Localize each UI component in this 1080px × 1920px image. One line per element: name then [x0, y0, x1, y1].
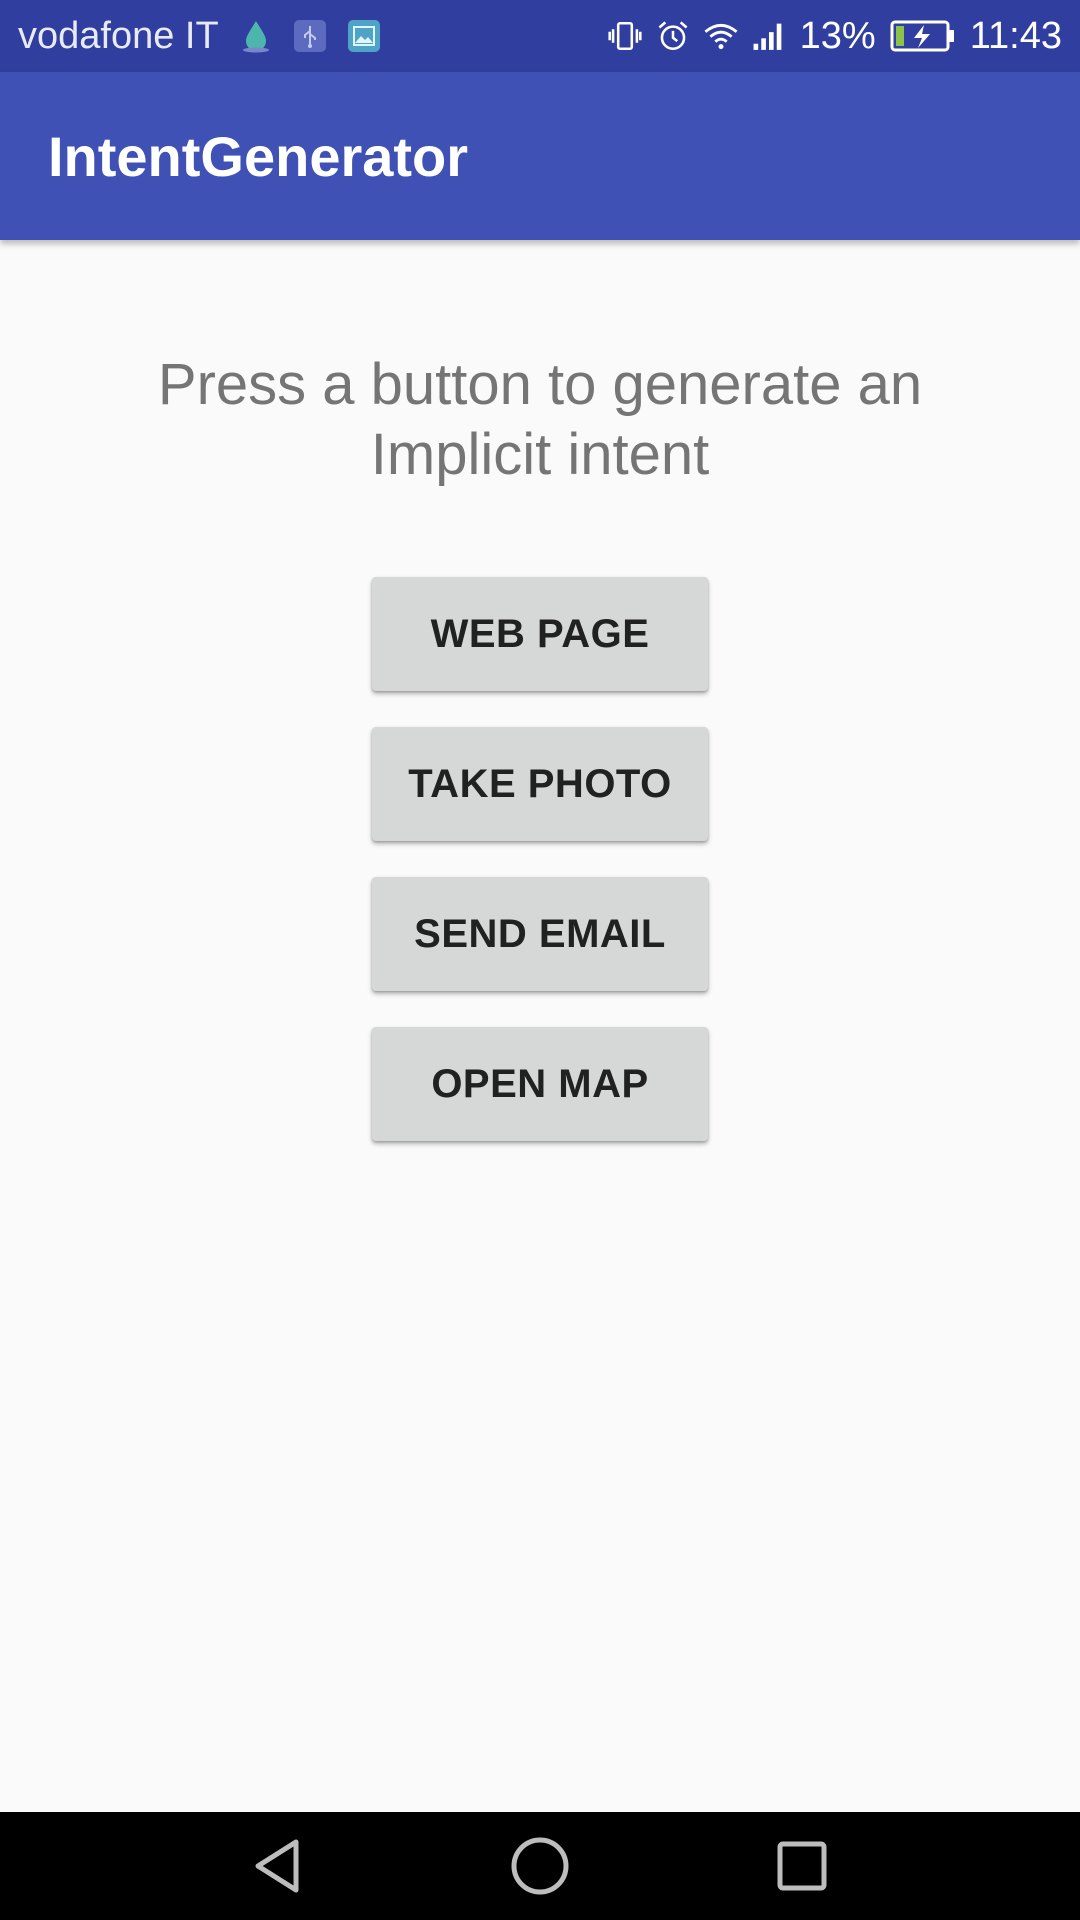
open-map-button[interactable]: OPEN MAP	[372, 1027, 708, 1141]
signal-icon	[752, 19, 786, 53]
app-title: IntentGenerator	[48, 124, 469, 188]
app-bar: IntentGenerator	[0, 72, 1080, 240]
status-bar-left: vodafone IT	[18, 15, 608, 58]
battery-charging-icon	[890, 19, 956, 53]
home-icon[interactable]	[504, 1830, 576, 1902]
status-bar: vodafone IT 13% 11:43	[0, 0, 1080, 72]
clock: 11:43	[969, 14, 1062, 57]
main-content: Press a button to generate an Implicit i…	[0, 240, 1080, 1812]
drop-icon	[239, 19, 273, 53]
battery-percent: 13%	[799, 14, 876, 57]
navigation-bar	[0, 1812, 1080, 1920]
send-email-button[interactable]: SEND EMAIL	[372, 877, 708, 991]
web-page-button[interactable]: WEB PAGE	[372, 577, 708, 691]
prompt-text: Press a button to generate an Implicit i…	[157, 352, 923, 487]
status-bar-right: 13% 11:43	[608, 15, 1062, 58]
image-icon	[347, 19, 381, 53]
carrier-name: vodafone IT	[18, 14, 219, 57]
vibrate-icon	[608, 19, 642, 53]
take-photo-button[interactable]: TAKE PHOTO	[372, 727, 708, 841]
back-icon[interactable]	[242, 1830, 314, 1902]
wifi-icon	[704, 19, 738, 53]
alarm-icon	[656, 19, 690, 53]
recents-icon[interactable]	[766, 1830, 838, 1902]
usb-icon	[293, 19, 327, 53]
